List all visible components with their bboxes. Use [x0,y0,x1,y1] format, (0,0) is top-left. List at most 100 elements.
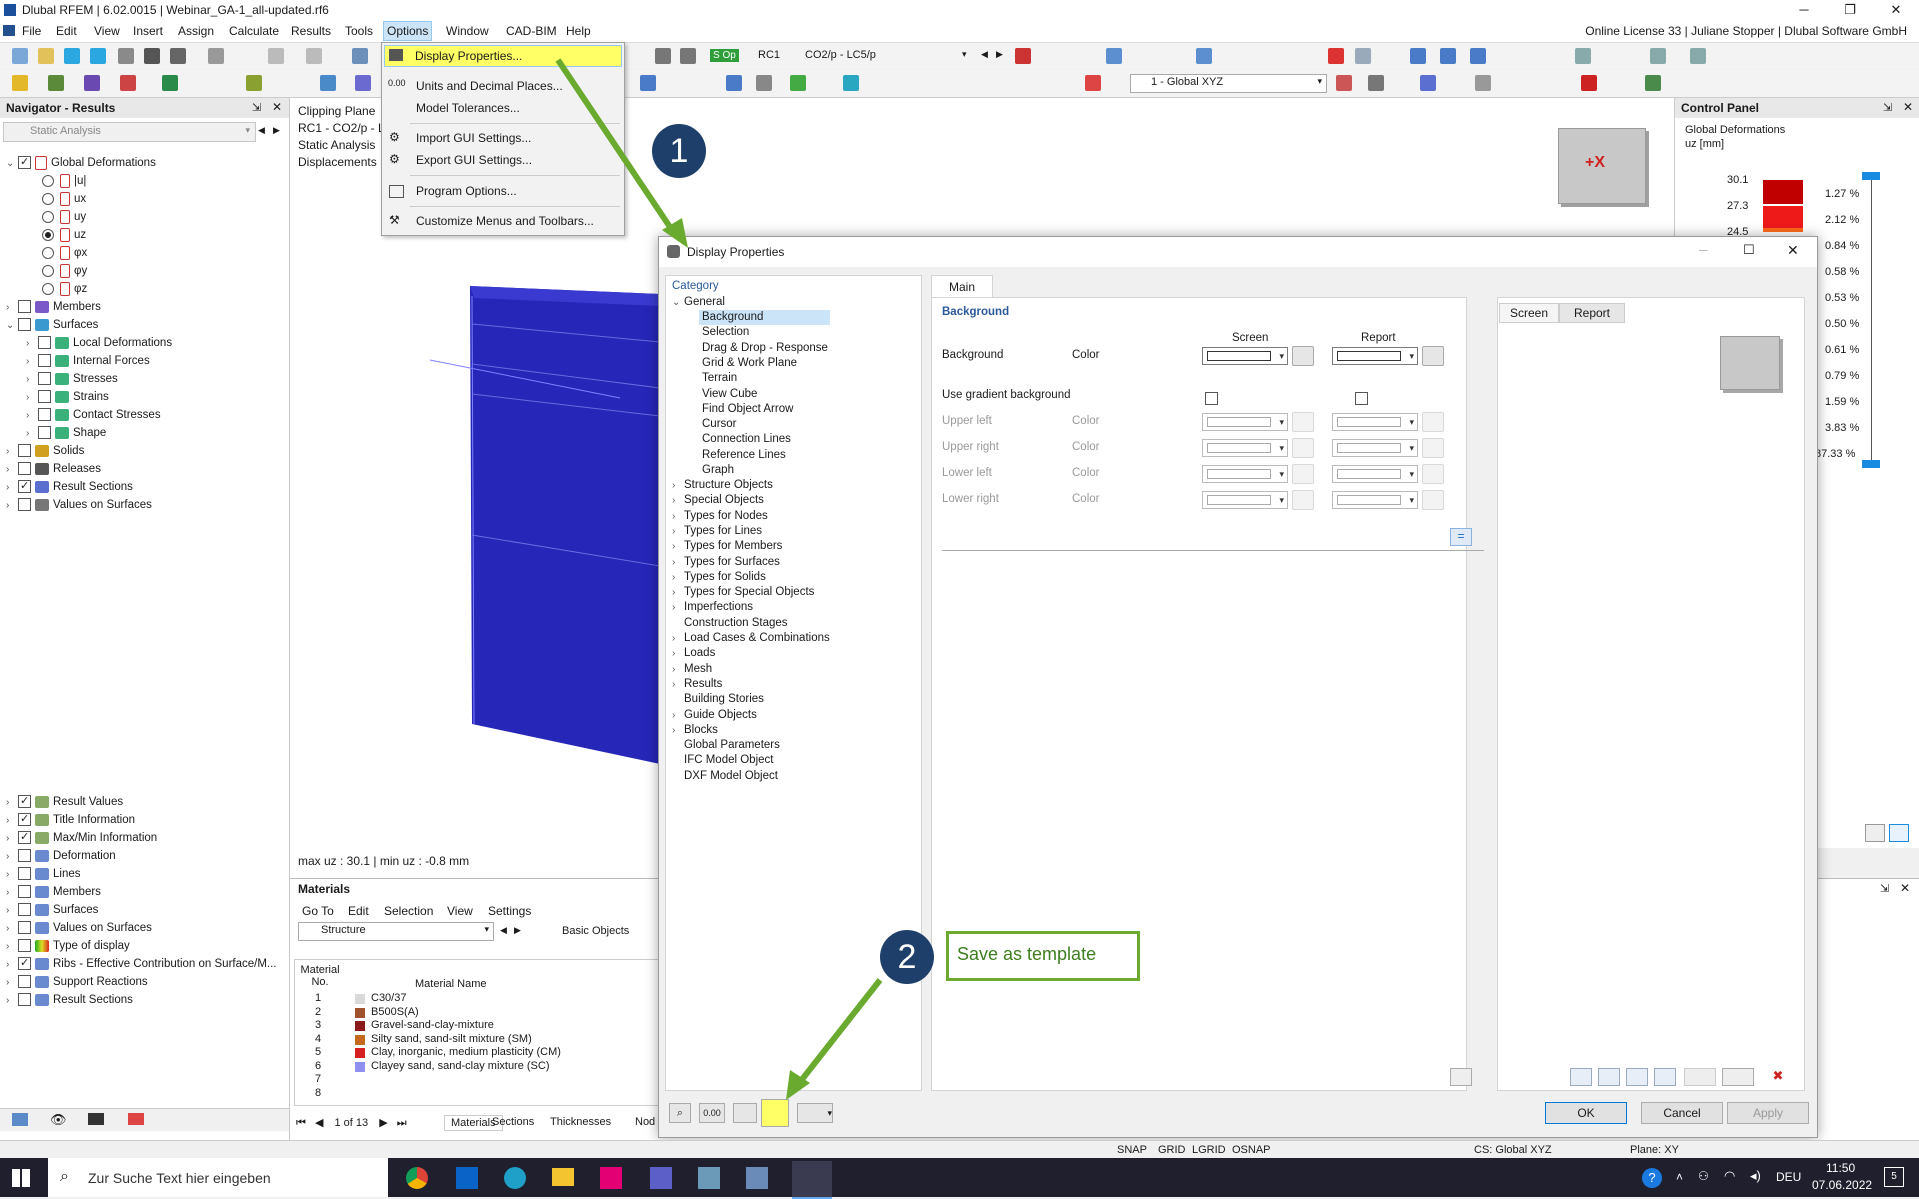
material-name[interactable]: Gravel-sand-clay-mixture [371,1019,494,1031]
tree-releases[interactable]: ›Releases [6,461,101,477]
basic-objects-label[interactable]: Basic Objects [562,925,629,937]
result3-icon[interactable] [1196,48,1212,64]
category-types-for-members[interactable]: ›Types for Members [672,539,782,554]
undo-icon[interactable] [268,48,284,64]
solid-icon[interactable] [355,75,371,91]
menu-item-program-options[interactable]: Program Options... [384,181,620,201]
navigator-close-icon[interactable]: ✕ [272,100,282,114]
color-select-report[interactable]: ▾ [1332,439,1418,457]
material-name[interactable]: Silty sand, sand-silt mixture (SM) [371,1033,532,1045]
grid2-icon[interactable] [1645,75,1661,91]
rfem-taskbar-icon[interactable] [792,1161,832,1199]
surface-icon[interactable] [320,75,336,91]
open-icon[interactable] [38,48,54,64]
nav-prev-icon[interactable]: ◀ [258,125,265,136]
next-page-icon[interactable]: ▶ [379,1117,387,1129]
category-load-cases-combinations[interactable]: ›Load Cases & Combinations [672,631,830,646]
new-icon[interactable] [12,48,28,64]
more-options-icon[interactable]: ▾ [797,1103,833,1123]
tree-support-reactions[interactable]: ›Support Reactions [6,974,148,990]
menu-insert[interactable]: Insert [133,24,163,38]
iso-icon[interactable] [1355,48,1371,64]
menu-item-display-properties[interactable]: Display Properties... [384,45,622,67]
category-general-graph[interactable]: Graph [702,463,734,478]
report-icon[interactable] [208,48,224,64]
ctrl-close-icon[interactable]: ✕ [1903,100,1913,114]
render-icon[interactable] [655,48,671,64]
edge-icon[interactable] [504,1167,526,1189]
tree-type-of-display[interactable]: ›Type of display [6,938,130,954]
menu-file[interactable]: File [22,24,41,38]
menu-assign[interactable]: Assign [178,24,214,38]
dialog-maximize-icon[interactable]: ☐ [1743,242,1755,258]
category-general-background[interactable]: Background [699,310,830,325]
materials-next-icon[interactable]: ▶ [514,925,521,936]
tree-strains[interactable]: ›Strains [26,389,109,405]
palette-icon[interactable] [1292,464,1314,484]
preview-axis-y-icon[interactable] [1598,1068,1620,1086]
tree-local-deformations[interactable]: ›Local Deformations [26,335,172,351]
equal-settings-icon[interactable]: = [1450,528,1472,546]
mesh-icon[interactable] [1420,75,1436,91]
category-general-connection-lines[interactable]: Connection Lines [702,432,791,447]
status-lgrid[interactable]: LGRID [1192,1144,1226,1156]
view-cube[interactable]: +X [1558,128,1646,204]
filter-icon[interactable] [1328,48,1344,64]
category-loads[interactable]: ›Loads [672,646,715,661]
preview-axis-z-icon[interactable] [1626,1068,1648,1086]
category-guide-objects[interactable]: ›Guide Objects [672,708,757,723]
language-indicator[interactable]: DEU [1776,1170,1801,1184]
cancel-button[interactable]: Cancel [1641,1102,1723,1124]
category-special-objects[interactable]: ›Special Objects [672,493,764,508]
dialog-minimize-icon[interactable]: ─ [1699,243,1708,257]
tab-main[interactable]: Main [931,275,993,298]
view-icon[interactable] [352,48,368,64]
hinge-icon[interactable] [162,75,178,91]
tree-phiy[interactable]: φy [42,263,87,279]
tree-title-information[interactable]: ›Title Information [6,812,135,828]
save-icon[interactable] [144,48,160,64]
save-template-icon[interactable] [761,1099,789,1127]
snap-icon[interactable] [640,75,656,91]
material-name[interactable]: C30/37 [371,992,406,1004]
menu-help[interactable]: Help [566,24,591,38]
tool3-icon[interactable] [1690,48,1706,64]
color-select-screen[interactable]: ▾ [1202,491,1288,509]
result2-icon[interactable] [1106,48,1122,64]
material-name[interactable]: Clayey sand, sand-clay mixture (SC) [371,1060,550,1072]
category-general-terrain[interactable]: Terrain [702,371,737,386]
materials-menu-selection[interactable]: Selection [384,904,433,918]
tab-sections[interactable]: Sections [492,1116,534,1128]
category-general-drag-drop-response[interactable]: Drag & Drop - Response [702,341,828,356]
color-select-report[interactable]: ▾ [1332,465,1418,483]
legend-slider-bottom[interactable] [1862,460,1880,468]
tree-phix[interactable]: φx [42,245,87,261]
support-icon[interactable] [120,75,136,91]
materials-menu-view[interactable]: View [447,904,473,918]
menu-item-import-gui[interactable]: ⚙ Import GUI Settings... [384,128,620,148]
notification-icon[interactable]: 5 [1884,1167,1904,1187]
materials-prev-icon[interactable]: ◀ [500,925,507,936]
nav-tab-view-icon[interactable]: 👁 [50,1112,67,1128]
tree-values-on-surfaces[interactable]: ›Values on Surfaces [6,497,152,513]
menu-options[interactable]: Options [383,21,432,41]
node-icon[interactable] [12,75,28,91]
category-imperfections[interactable]: ›Imperfections [672,600,753,615]
cloud-open-icon[interactable] [90,48,106,64]
next-icon[interactable]: ▶ [996,49,1003,60]
palette-icon[interactable] [1292,412,1314,432]
category-mesh[interactable]: ›Mesh [672,662,712,677]
load-icon[interactable] [246,75,262,91]
menu-item-customize[interactable]: ⚒ Customize Menus and Toolbars... [384,211,620,231]
preview-view-icon[interactable] [1722,1068,1754,1086]
menu-view[interactable]: View [94,24,120,38]
tree-lines[interactable]: ›Lines [6,866,81,882]
section-icon[interactable] [1475,75,1491,91]
volume-icon[interactable]: ◂) [1750,1168,1761,1184]
grid-icon[interactable] [756,75,772,91]
category-general-reference-lines[interactable]: Reference Lines [702,448,786,463]
chart-icon[interactable] [1085,75,1101,91]
menu-item-model-tolerances[interactable]: Model Tolerances... [384,98,620,118]
help-icon[interactable]: ? [1642,1168,1662,1188]
clock-date[interactable]: 07.06.2022 [1812,1178,1872,1192]
